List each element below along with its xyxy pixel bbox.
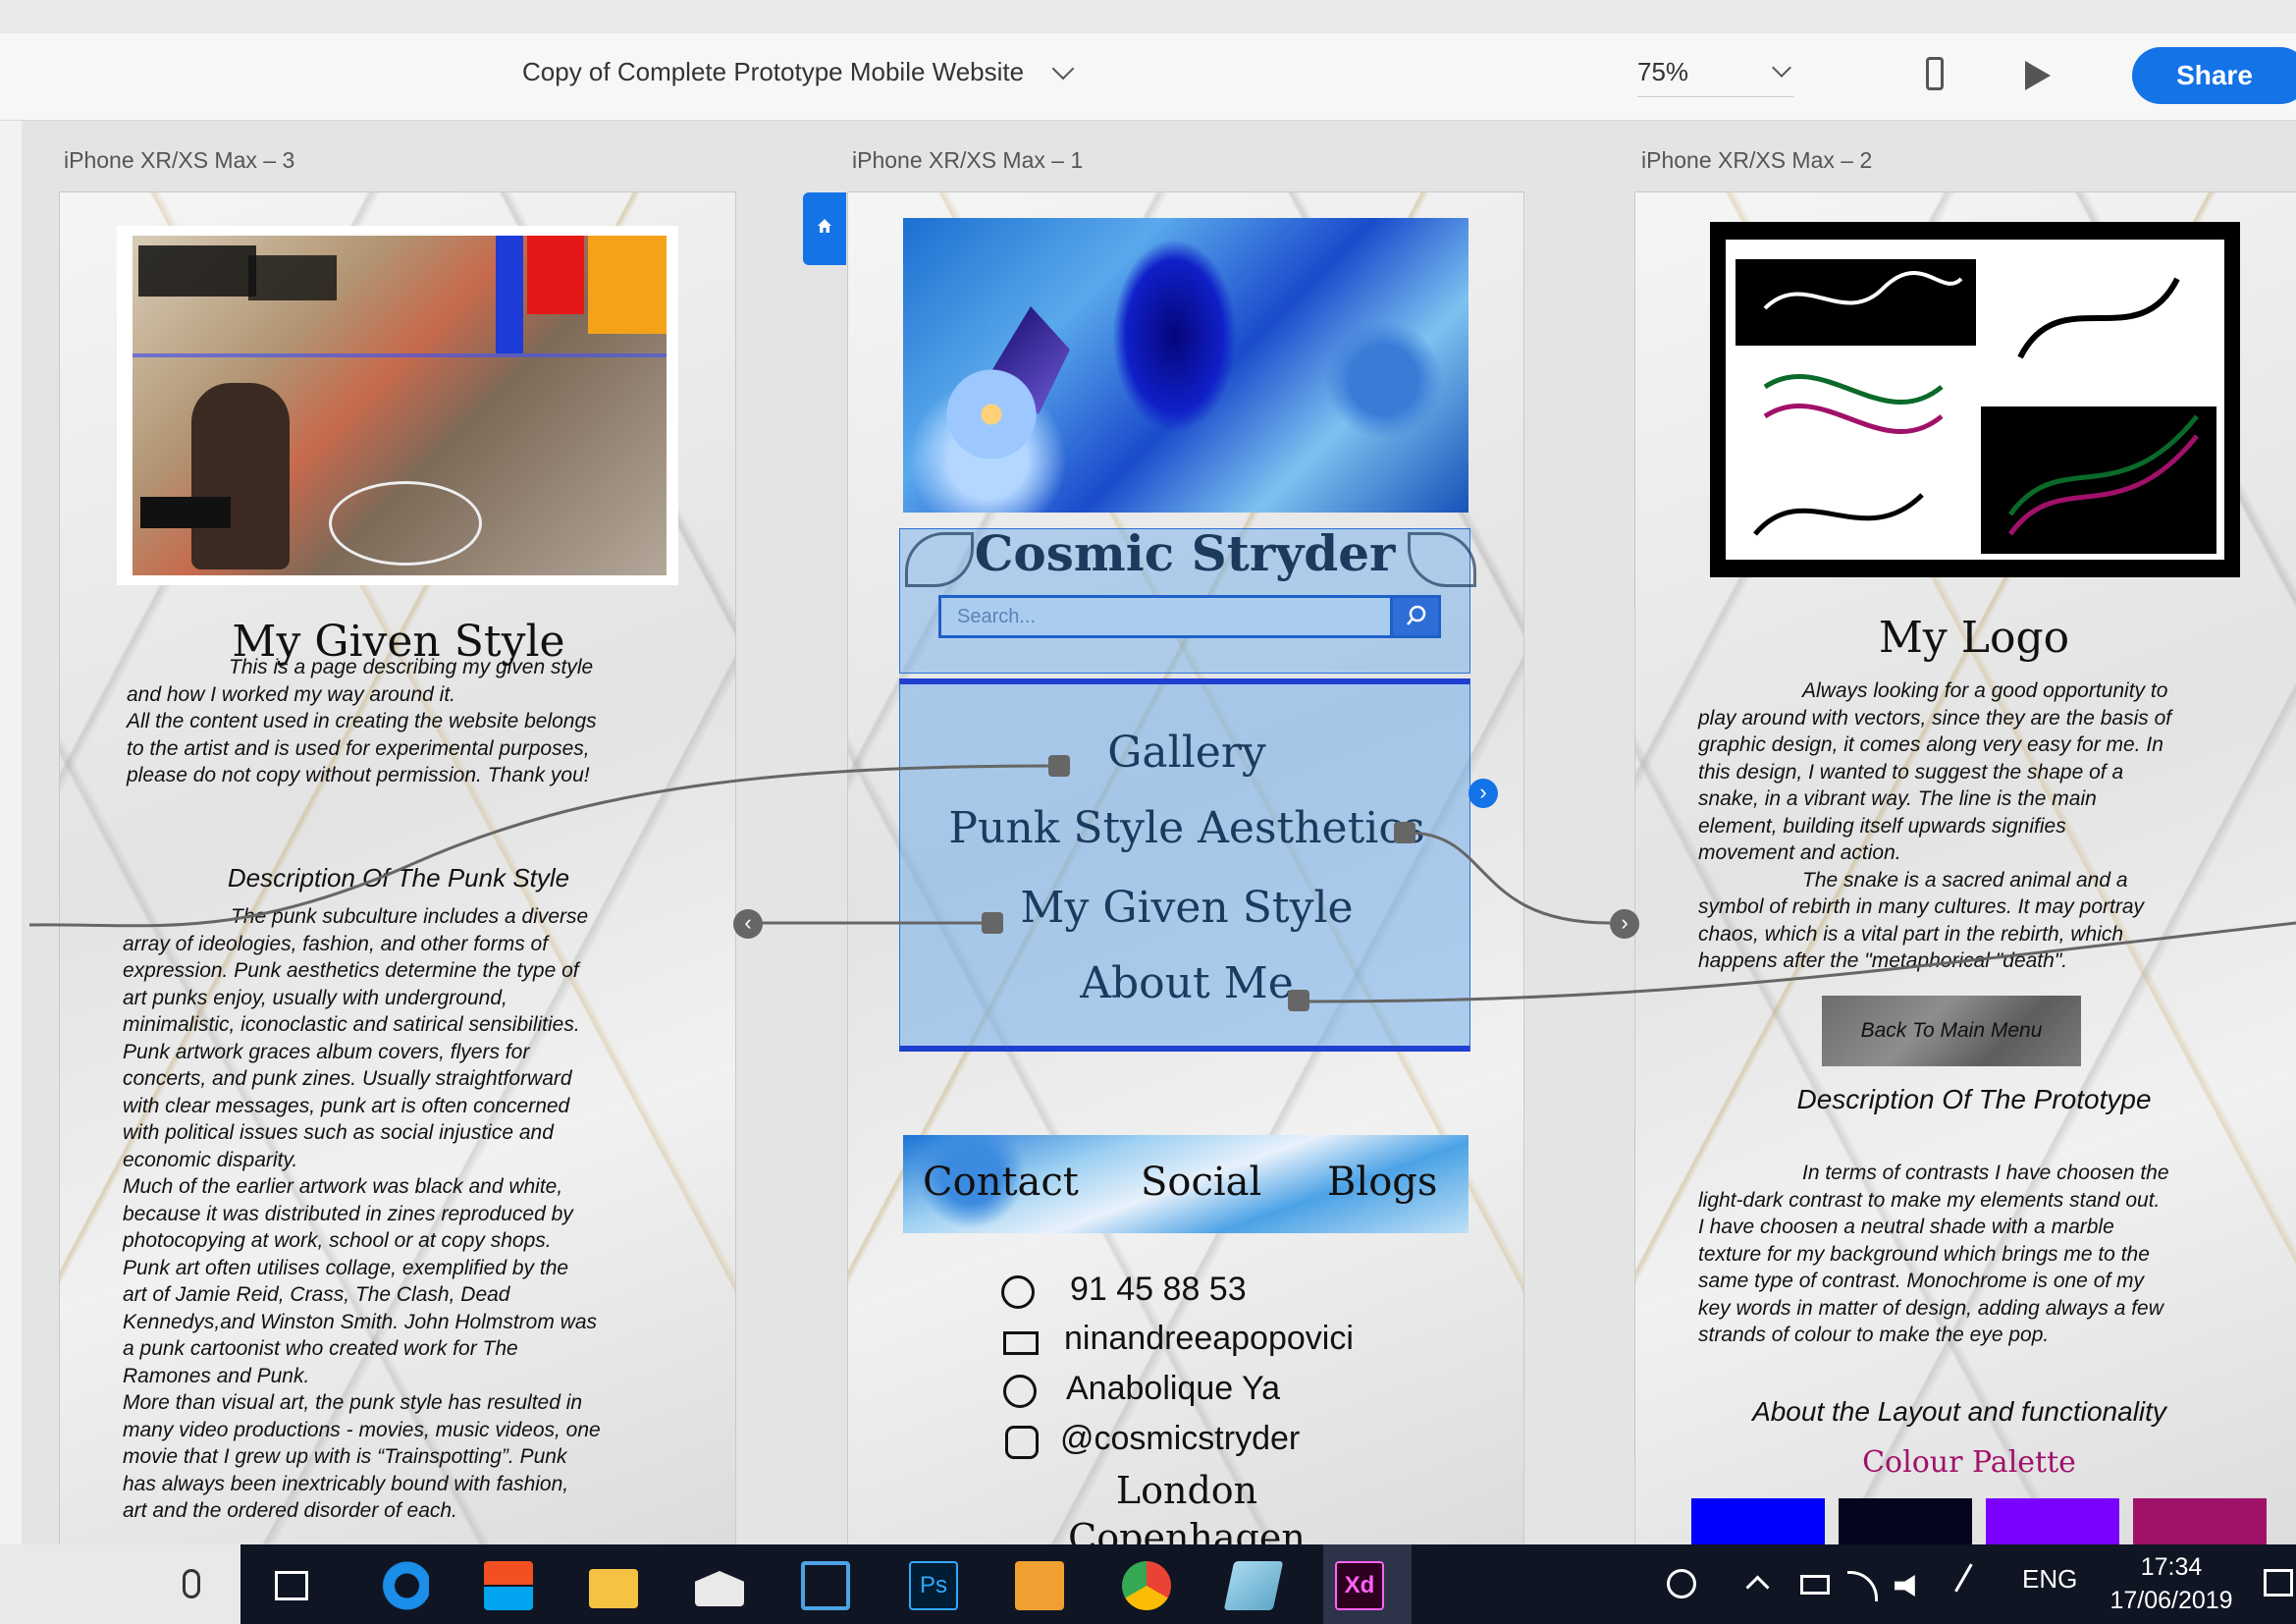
file-explorer-icon[interactable]: [589, 1569, 638, 1608]
photoshop-icon[interactable]: Ps: [909, 1561, 958, 1610]
wire-handle[interactable]: [1288, 990, 1309, 1011]
chrome-icon[interactable]: [1122, 1561, 1171, 1610]
clock-time[interactable]: 17:34: [2120, 1553, 2222, 1582]
wire-handle[interactable]: [1048, 755, 1070, 777]
microphone-icon[interactable]: [183, 1569, 200, 1598]
tablet-icon[interactable]: [1223, 1561, 1284, 1610]
store-icon[interactable]: [484, 1561, 533, 1610]
app-icon[interactable]: [801, 1561, 850, 1610]
wire-gallery-link: [28, 764, 1059, 928]
task-view-icon[interactable]: [275, 1571, 308, 1600]
prototype-wires: [28, 764, 2296, 1003]
wire-punk-link: [1407, 831, 1611, 925]
people-icon[interactable]: [1667, 1569, 1696, 1598]
chevron-left-icon[interactable]: ‹: [733, 909, 763, 939]
wire-handle[interactable]: [1394, 822, 1415, 843]
wire-about-link: [1305, 921, 2296, 1003]
edge-icon[interactable]: [380, 1561, 429, 1610]
taskbar-search-area[interactable]: [0, 1544, 240, 1624]
language-indicator[interactable]: ENG: [2022, 1564, 2077, 1595]
wire-handle[interactable]: [982, 912, 1003, 934]
notification-icon[interactable]: [2264, 1569, 2293, 1597]
chevron-right-icon[interactable]: ›: [1610, 909, 1639, 939]
xd-icon[interactable]: Xd: [1335, 1561, 1384, 1610]
network-icon[interactable]: [1800, 1575, 1830, 1595]
video-icon[interactable]: [1015, 1561, 1064, 1610]
chevron-right-icon[interactable]: ›: [1468, 779, 1498, 808]
clock-date[interactable]: 17/06/2019: [2103, 1587, 2240, 1615]
